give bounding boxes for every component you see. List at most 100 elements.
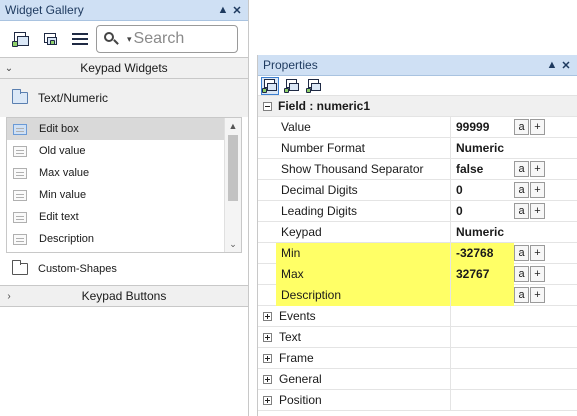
add-button[interactable]: + (530, 161, 545, 177)
properties-panel: Properties ▲ ✕ Field : numeric1 Value 99… (257, 55, 577, 416)
a-button[interactable]: a (514, 245, 529, 261)
max-value-icon (13, 167, 27, 179)
property-row-keypad[interactable]: Keypad Numeric (258, 221, 577, 243)
widget-list: Edit box Old value Max value Min value E… (6, 117, 242, 253)
widget-gallery-toolbar: ▾ (0, 21, 248, 57)
description-icon (13, 233, 27, 245)
category-label: Frame (276, 347, 451, 369)
list-item[interactable]: Min value (7, 184, 241, 206)
list-view-icon[interactable] (72, 31, 88, 47)
widget-list-scrollbar[interactable]: ▲ ⌄ (224, 118, 241, 252)
property-value[interactable]: -32768 (451, 242, 514, 264)
expand-icon[interactable] (262, 395, 272, 405)
property-name: Description (276, 284, 451, 306)
expand-icon[interactable] (262, 353, 272, 363)
scrollbar-thumb[interactable] (228, 135, 238, 201)
property-value[interactable]: Numeric (451, 222, 514, 243)
property-row-min[interactable]: Min -32768 a + (258, 242, 577, 264)
keypad-widgets-header[interactable]: ⌄ Keypad Widgets (0, 57, 248, 79)
property-row-max[interactable]: Max 32767 a + (258, 263, 577, 285)
events-view-icon[interactable] (284, 78, 300, 94)
property-row-description[interactable]: Description a + (258, 284, 577, 306)
property-value[interactable]: Numeric (451, 138, 514, 159)
add-button[interactable]: + (530, 119, 545, 135)
list-item[interactable]: Edit text (7, 206, 241, 228)
search-input[interactable] (133, 30, 234, 48)
property-row-value[interactable]: Value 99999 a + (258, 116, 577, 138)
property-row-decimal-digits[interactable]: Decimal Digits 0 a + (258, 179, 577, 201)
text-numeric-group[interactable]: Text/Numeric (0, 79, 248, 117)
pin-icon[interactable]: ▲ (216, 4, 230, 16)
category-position[interactable]: Position (258, 389, 577, 411)
custom-shapes-group[interactable]: Custom-Shapes (0, 253, 248, 285)
property-name: Keypad (276, 221, 451, 243)
min-value-icon (13, 189, 27, 201)
list-item[interactable]: Max value (7, 162, 241, 184)
scroll-up-icon[interactable]: ▲ (225, 118, 241, 134)
property-value[interactable]: 32767 (451, 263, 514, 285)
category-label: Text (276, 326, 451, 348)
a-button[interactable]: a (514, 266, 529, 282)
search-icon (103, 31, 121, 47)
add-button[interactable]: + (530, 245, 545, 261)
edit-box-icon (13, 123, 27, 135)
expand-icon[interactable] (262, 374, 272, 384)
text-numeric-label: Text/Numeric (38, 91, 109, 105)
add-button[interactable]: + (530, 203, 545, 219)
list-item[interactable]: Old value (7, 140, 241, 162)
property-value[interactable]: 99999 (451, 117, 514, 138)
expand-icon[interactable] (262, 311, 272, 321)
category-general[interactable]: General (258, 368, 577, 390)
widget-gallery-title-bar: Widget Gallery ▲ ✕ (0, 0, 248, 21)
small-icons-view-icon[interactable] (42, 30, 60, 48)
search-box[interactable]: ▾ (96, 25, 238, 53)
close-icon[interactable]: ✕ (230, 4, 244, 17)
a-button[interactable]: a (514, 203, 529, 219)
keypad-widgets-label: Keypad Widgets (80, 61, 168, 75)
property-row-show-thousand-separator[interactable]: Show Thousand Separator false a + (258, 158, 577, 180)
advanced-view-icon[interactable] (306, 78, 322, 94)
custom-shapes-label: Custom-Shapes (38, 263, 117, 275)
category-label: Events (276, 305, 451, 327)
property-row-number-format[interactable]: Number Format Numeric (258, 137, 577, 159)
property-value[interactable]: 0 (451, 201, 514, 222)
a-button[interactable]: a (514, 161, 529, 177)
property-name: Decimal Digits (276, 179, 451, 201)
add-button[interactable]: + (530, 182, 545, 198)
list-item[interactable]: Edit box (7, 118, 241, 140)
large-icons-view-icon[interactable] (12, 30, 30, 48)
list-item[interactable]: Description (7, 228, 241, 250)
a-button[interactable]: a (514, 287, 529, 303)
a-button[interactable]: a (514, 119, 529, 135)
property-name: Min (276, 242, 451, 264)
property-value[interactable]: 0 (451, 180, 514, 201)
property-row-leading-digits[interactable]: Leading Digits 0 a + (258, 200, 577, 222)
category-frame[interactable]: Frame (258, 347, 577, 369)
close-icon[interactable]: ✕ (559, 59, 573, 72)
a-button[interactable]: a (514, 182, 529, 198)
property-value[interactable] (451, 284, 514, 306)
folder-icon (12, 260, 28, 275)
category-events[interactable]: Events (258, 305, 577, 327)
category-text[interactable]: Text (258, 326, 577, 348)
property-name: Leading Digits (276, 200, 451, 222)
field-header-row[interactable]: Field : numeric1 (258, 96, 577, 117)
category-label: General (276, 368, 451, 390)
add-button[interactable]: + (530, 287, 545, 303)
property-value[interactable]: false (451, 159, 514, 180)
expand-icon[interactable] (262, 332, 272, 342)
edit-text-icon (13, 211, 27, 223)
scroll-down-icon[interactable]: ⌄ (225, 236, 241, 252)
properties-view-icon[interactable] (261, 76, 279, 95)
widget-gallery-title: Widget Gallery (5, 3, 84, 17)
add-button[interactable]: + (530, 266, 545, 282)
property-name: Show Thousand Separator (276, 158, 451, 180)
keypad-buttons-header[interactable]: › Keypad Buttons (0, 285, 248, 307)
pin-icon[interactable]: ▲ (545, 59, 559, 71)
dropdown-arrow-icon[interactable]: ▾ (127, 34, 132, 45)
list-item-label: Description (39, 233, 95, 245)
list-item-label: Min value (39, 189, 87, 201)
old-value-icon (13, 145, 27, 157)
collapse-icon[interactable] (262, 101, 272, 111)
category-label: Position (276, 389, 451, 411)
